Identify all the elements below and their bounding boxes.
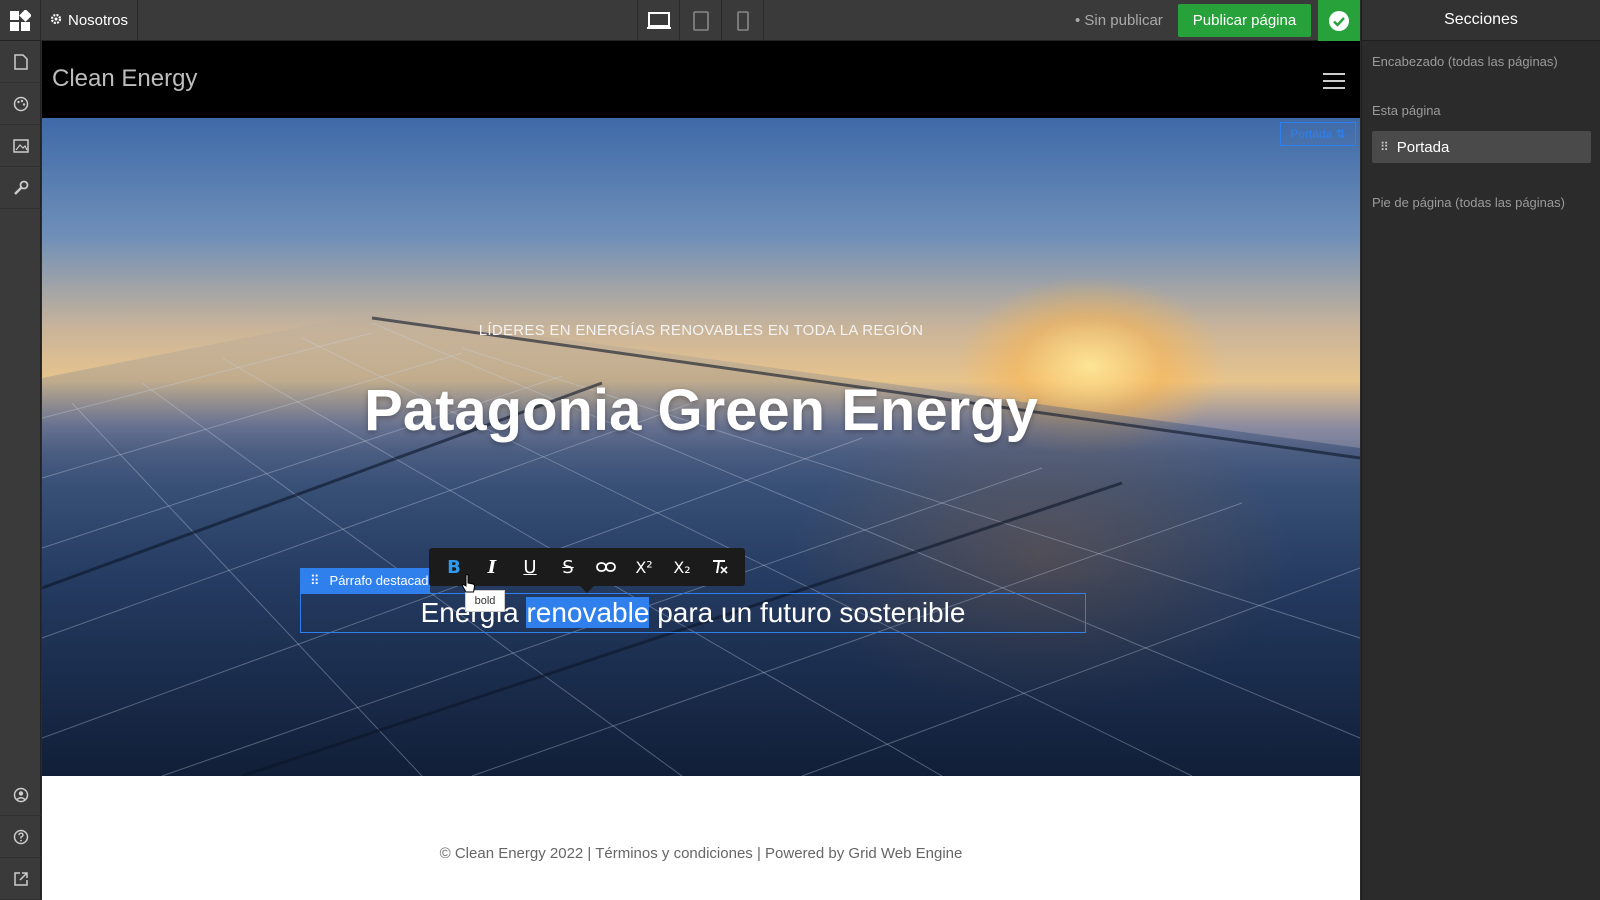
hero-title[interactable]: Patagonia Green Energy xyxy=(42,372,1360,450)
rail-bottom-group xyxy=(0,774,41,900)
subtitle-selected-text[interactable]: renovable xyxy=(526,597,650,628)
hero-section[interactable]: Portada ⇅ LÍDERES EN ENERGÍAS RENOVABLES… xyxy=(42,118,1360,776)
palette-icon[interactable] xyxy=(0,83,41,125)
section-item-label: Portada xyxy=(1396,138,1450,156)
hand-cursor-icon xyxy=(461,574,477,599)
external-link-icon[interactable] xyxy=(0,858,41,900)
image-icon[interactable] xyxy=(0,125,41,167)
account-icon[interactable] xyxy=(0,774,41,816)
subscript-button[interactable]: X₂ xyxy=(667,552,697,582)
footer-section-link[interactable]: Pie de página (todas las páginas) xyxy=(1362,195,1575,210)
sections-panel: Secciones Encabezado (todas las páginas)… xyxy=(1361,0,1600,900)
header-section-link[interactable]: Encabezado (todas las páginas) xyxy=(1362,54,1568,69)
clear-format-icon[interactable] xyxy=(705,552,735,582)
gear-icon xyxy=(50,12,62,29)
app-logo-icon[interactable] xyxy=(0,0,41,41)
italic-button[interactable]: I xyxy=(477,552,507,582)
subtitle-after: para un futuro sostenible xyxy=(649,597,966,628)
top-bar: Nosotros • Sin publicar Publicar página xyxy=(0,0,1360,41)
site-title: Clean Energy xyxy=(52,65,198,92)
drag-handle-icon[interactable]: ⠿ xyxy=(1380,140,1389,154)
hero-kicker[interactable]: LÍDERES EN ENERGÍAS RENOVABLES EN TODA L… xyxy=(42,322,1360,339)
section-item-portada[interactable]: ⠿ Portada xyxy=(1372,131,1591,163)
strikethrough-button[interactable]: S xyxy=(553,552,583,582)
panel-title: Secciones xyxy=(1362,0,1600,41)
section-tag[interactable]: Portada ⇅ xyxy=(1280,122,1356,146)
left-rail xyxy=(0,41,41,900)
page-name: Nosotros xyxy=(68,12,129,29)
site-header[interactable]: Clean Energy xyxy=(42,41,1360,118)
check-icon[interactable] xyxy=(1318,0,1360,41)
hamburger-menu-icon[interactable] xyxy=(1323,73,1345,94)
page-canvas: Clean Energy Portada ⇅ LÍDERES EN ENERGÍ… xyxy=(42,41,1360,900)
mobile-icon[interactable] xyxy=(722,0,764,41)
tablet-icon[interactable] xyxy=(680,0,722,41)
help-icon[interactable] xyxy=(0,816,41,858)
underline-button[interactable]: U xyxy=(515,552,545,582)
tools-icon[interactable] xyxy=(0,167,41,209)
hero-title-text: Patagonia Green Energy xyxy=(364,378,1038,443)
page-icon[interactable] xyxy=(0,41,41,83)
page-selector[interactable]: Nosotros xyxy=(42,0,138,41)
hero-subtitle[interactable]: Energía renovable para un futuro sosteni… xyxy=(300,595,1086,631)
publish-button[interactable]: Publicar página xyxy=(1178,4,1311,37)
block-label-text: Párrafo destacado xyxy=(329,573,430,588)
superscript-button[interactable]: X² xyxy=(629,552,659,582)
device-switcher xyxy=(637,0,764,41)
this-page-heading: Esta página xyxy=(1372,103,1441,118)
block-label[interactable]: ⠿ Párrafo destacado xyxy=(300,568,430,593)
site-footer[interactable]: © Clean Energy 2022 | Términos y condici… xyxy=(42,845,1360,862)
drag-handle-icon[interactable]: ⠿ xyxy=(310,573,320,589)
publish-status: • Sin publicar xyxy=(1075,12,1163,29)
link-icon[interactable] xyxy=(591,552,621,582)
desktop-icon[interactable] xyxy=(638,0,680,41)
